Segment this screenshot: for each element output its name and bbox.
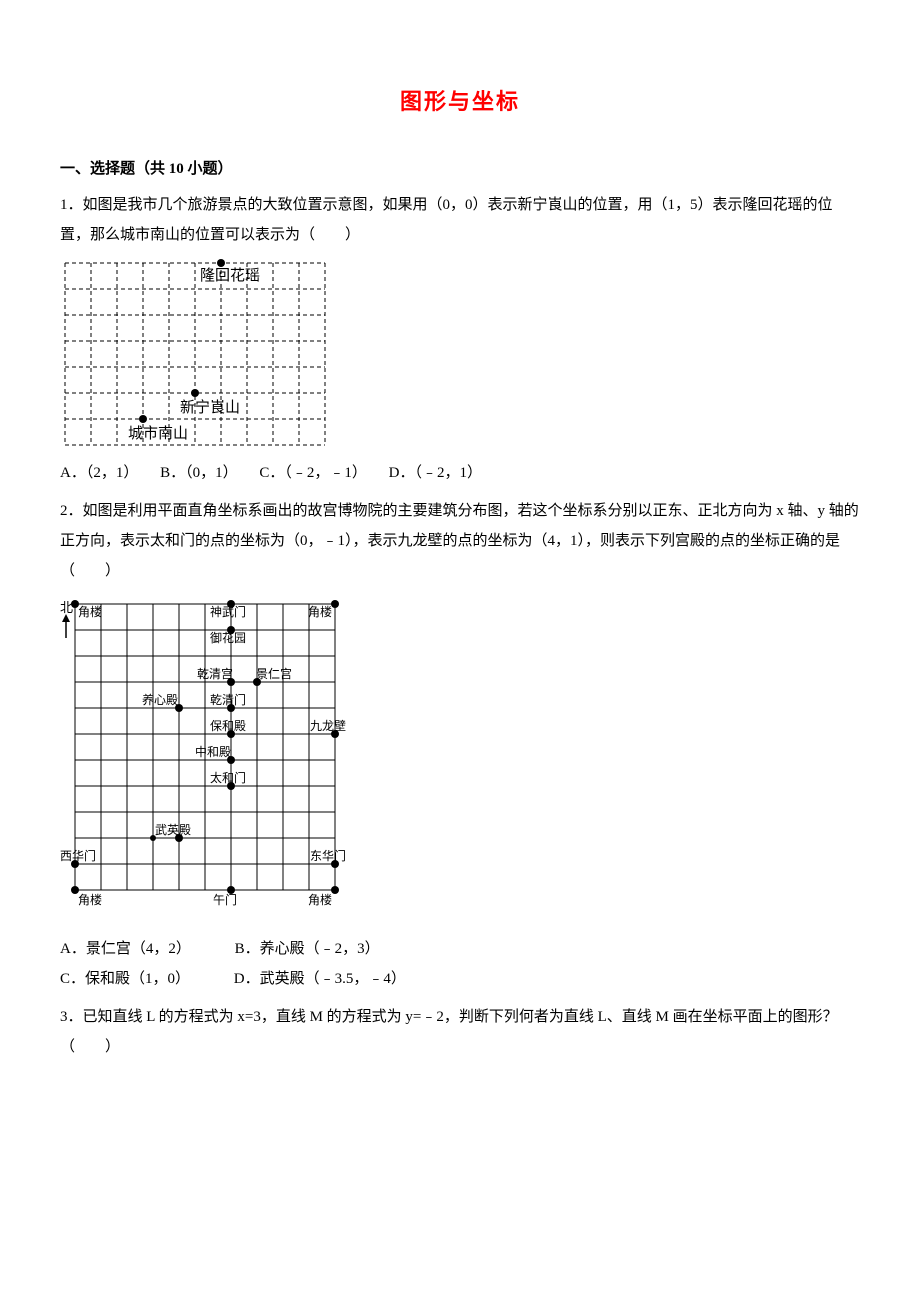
fig2-north-label: 北 bbox=[60, 600, 73, 615]
q2-option-c: C．保和殿（1，0） bbox=[60, 964, 190, 994]
fig2-shenwumen: 神武门 bbox=[210, 604, 246, 619]
section-heading: 一、选择题（共 10 小题） bbox=[60, 154, 860, 184]
fig2-baohedian: 保和殿 bbox=[210, 719, 246, 733]
fig1-label-langshan: 新宁崀山 bbox=[180, 399, 240, 416]
fig2-donghuamen: 东华门 bbox=[310, 848, 346, 863]
fig2-yuhuayuan: 御花园 bbox=[210, 630, 246, 645]
question-2-figure: 北 角楼 角楼 神武门 御花园 乾清宫 景仁宫 养心殿 bbox=[60, 594, 860, 924]
fig2-xihuamen: 西华门 bbox=[60, 848, 96, 863]
q2-option-a: A．景仁宫（4，2） bbox=[60, 934, 191, 964]
fig2-wuyingdian: 武英殿 bbox=[155, 823, 191, 837]
q1-option-c: C．（﹣2，﹣1） bbox=[259, 458, 367, 488]
q1-option-b: B．（0，1） bbox=[160, 458, 238, 488]
fig2-jiaolou-br: 角楼 bbox=[308, 892, 332, 907]
question-1-options: A．（2，1） B．（0，1） C．（﹣2，﹣1） D．（﹣2，1） bbox=[60, 458, 860, 488]
question-2-text: 2．如图是利用平面直角坐标系画出的故宫博物院的主要建筑分布图，若这个坐标系分别以… bbox=[60, 496, 860, 586]
question-3-text: 3．已知直线 L 的方程式为 x=3，直线 M 的方程式为 y=﹣2，判断下列何… bbox=[60, 1002, 860, 1062]
page-title: 图形与坐标 bbox=[60, 80, 860, 124]
fig2-jiaolou-bl: 角楼 bbox=[78, 892, 102, 907]
fig2-zhonghedian: 中和殿 bbox=[195, 744, 231, 759]
fig2-jiaolou-tl: 角楼 bbox=[78, 604, 102, 619]
fig2-jiaolou-tr: 角楼 bbox=[308, 604, 332, 619]
q1-option-d: D．（﹣2，1） bbox=[389, 458, 482, 488]
fig2-jingrengong: 景仁宫 bbox=[256, 666, 292, 681]
fig2-qianqinggong: 乾清宫 bbox=[197, 666, 233, 681]
question-2-options: A．景仁宫（4，2） B．养心殿（﹣2，3） C．保和殿（1，0） D．武英殿（… bbox=[60, 934, 860, 994]
fig1-label-nanshan: 城市南山 bbox=[128, 425, 188, 442]
fig2-yangxindian: 养心殿 bbox=[142, 692, 178, 707]
q2-option-b: B．养心殿（﹣2，3） bbox=[235, 934, 380, 964]
fig2-jiulongbi: 九龙壁 bbox=[310, 718, 346, 733]
fig1-label-huayao: 隆回花瑶 bbox=[200, 267, 260, 284]
fig2-wumen: 午门 bbox=[213, 892, 237, 907]
question-1-figure: 隆回花瑶 新宁崀山 城市南山 bbox=[60, 258, 860, 448]
q2-option-d: D．武英殿（﹣3.5，﹣4） bbox=[234, 964, 406, 994]
fig2-taihemen: 太和门 bbox=[210, 770, 246, 785]
question-1-text: 1．如图是我市几个旅游景点的大致位置示意图，如果用（0，0）表示新宁崀山的位置，… bbox=[60, 190, 860, 250]
q1-option-a: A．（2，1） bbox=[60, 458, 138, 488]
fig2-qianqingmen: 乾清门 bbox=[210, 692, 246, 707]
